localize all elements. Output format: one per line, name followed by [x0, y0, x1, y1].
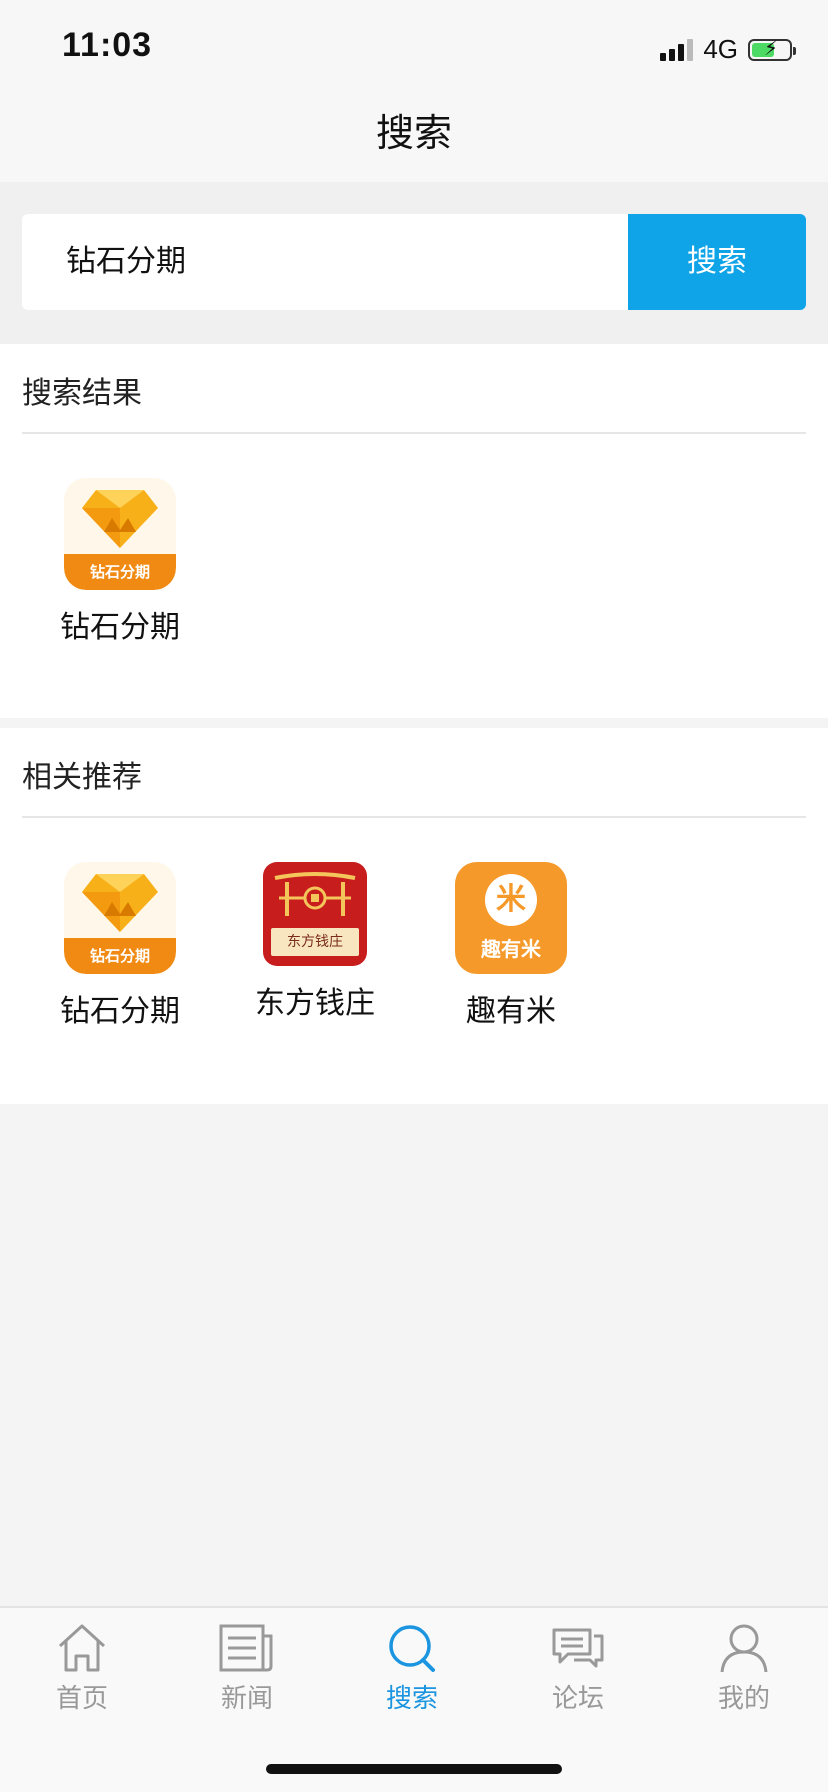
- tab-news[interactable]: 新闻: [187, 1622, 307, 1715]
- app-name: 钻石分期: [60, 610, 180, 645]
- app-name: 趣有米: [466, 994, 556, 1029]
- signal-icon: [660, 38, 694, 61]
- icon-band-text: 趣有米: [481, 937, 541, 961]
- user-icon: [720, 1624, 768, 1673]
- app-name: 东方钱庄: [255, 986, 375, 1021]
- icon-band-text: 钻石分期: [64, 554, 176, 590]
- tab-label: 新闻: [220, 1684, 273, 1714]
- search-results-section: 搜索结果 钻石分期 钻石分期: [0, 344, 828, 718]
- search-area: 钻石分期 搜索: [0, 182, 828, 344]
- tab-profile[interactable]: 我的: [684, 1622, 804, 1715]
- home-icon: [58, 1624, 106, 1672]
- tab-forum[interactable]: 论坛: [518, 1622, 638, 1715]
- diamond-installment-icon: 钻石分期: [64, 478, 176, 590]
- dongfang-qianzhuang-icon: 东方钱庄: [263, 862, 367, 966]
- divider: [22, 816, 806, 818]
- tab-search[interactable]: 搜索: [352, 1622, 472, 1715]
- tab-home[interactable]: 首页: [22, 1622, 142, 1715]
- app-name: 钻石分期: [60, 994, 180, 1029]
- section-title-results: 搜索结果: [22, 376, 142, 411]
- tab-label: 首页: [55, 1684, 108, 1714]
- app-item-quyoumi[interactable]: 米 趣有米 趣有米: [436, 862, 586, 1030]
- icon-band-text: 钻石分期: [64, 938, 176, 974]
- icon-band-text: 东方钱庄: [271, 928, 359, 956]
- page-title: 搜索: [375, 111, 452, 155]
- recommendations-section: 相关推荐 钻石分期 钻石分期 东方钱庄 东方钱庄 米 趣有米 趣有米: [0, 728, 828, 1104]
- app-item-dongfang-qianzhuang[interactable]: 东方钱庄 东方钱庄: [240, 862, 390, 1022]
- icon-glyph: 米: [485, 874, 537, 926]
- tab-label: 搜索: [385, 1684, 438, 1714]
- news-icon: [219, 1624, 273, 1672]
- section-title-recommendations: 相关推荐: [22, 760, 142, 795]
- quyoumi-icon: 米 趣有米: [455, 862, 567, 974]
- app-item-diamond-installment[interactable]: 钻石分期 钻石分期: [45, 862, 195, 1030]
- tab-label: 我的: [717, 1684, 770, 1714]
- status-time: 11:03: [62, 26, 153, 64]
- status-indicators: 4G ⚡: [660, 34, 796, 65]
- status-bar: 11:03 4G ⚡: [0, 0, 828, 96]
- forum-icon: [552, 1628, 604, 1668]
- diamond-installment-icon: 钻石分期: [64, 862, 176, 974]
- nav-header: 搜索: [0, 96, 828, 182]
- network-type: 4G: [703, 34, 738, 64]
- search-input[interactable]: 钻石分期: [22, 214, 628, 310]
- search-button[interactable]: 搜索: [628, 214, 806, 310]
- tab-label: 论坛: [551, 1684, 604, 1714]
- divider: [22, 432, 806, 434]
- app-item-diamond-installment[interactable]: 钻石分期 钻石分期: [45, 478, 195, 646]
- home-indicator: [266, 1764, 562, 1774]
- search-icon: [389, 1625, 435, 1672]
- battery-icon: ⚡: [748, 38, 796, 61]
